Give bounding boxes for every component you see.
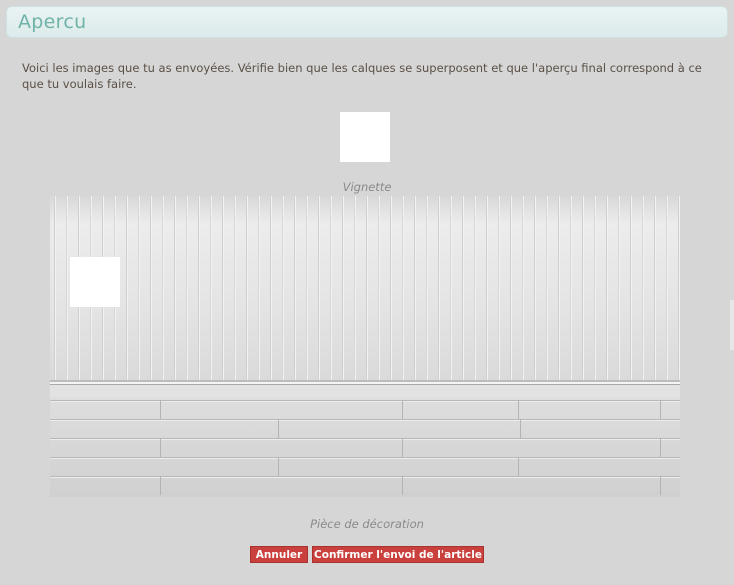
- thumbnail-caption: Vignette: [342, 180, 392, 194]
- confirm-submit-button[interactable]: Confirmer l'envoi de l'article: [312, 546, 484, 563]
- scroll-edge: [730, 300, 734, 350]
- thumbnail-image: [340, 112, 390, 162]
- decoration-caption: Pièce de décoration: [310, 517, 424, 531]
- dialog-title: Apercu: [18, 11, 87, 33]
- title-bar: Apercu: [6, 6, 728, 38]
- preview-dialog: Apercu Voici les images que tu as envoyé…: [0, 0, 734, 585]
- action-bar: Annuler Confirmer l'envoi de l'article: [0, 546, 734, 563]
- cancel-button[interactable]: Annuler: [250, 546, 308, 563]
- decoration-layer-square: [70, 257, 120, 307]
- intro-text: Voici les images que tu as envoyées. Vér…: [22, 61, 702, 91]
- decoration-preview-image: [50, 196, 680, 497]
